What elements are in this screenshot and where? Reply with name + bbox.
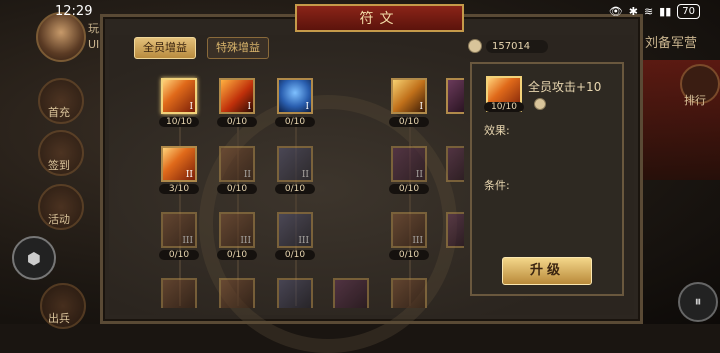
rune-partial[interactable] [446, 78, 464, 114]
eye-icon: 👁 [608, 5, 623, 18]
rune-shadow-warrior-1[interactable]: I [219, 78, 255, 114]
detail-count: 10/10 [484, 102, 524, 112]
clock: 12:29 [55, 4, 93, 19]
rune-count: 0/10 [275, 184, 315, 194]
rune-partial[interactable] [446, 146, 464, 182]
condition-label: 条件: [484, 179, 510, 192]
rune-count: 0/10 [159, 250, 199, 260]
sign-in-label: 签到 [48, 159, 70, 172]
battery-indicator: 70 [677, 4, 700, 19]
rune-count: 0/10 [389, 250, 429, 260]
rune-fire-slash-3[interactable]: III [161, 212, 197, 248]
rank-label: 排行 [684, 94, 706, 107]
rune-row4[interactable] [277, 278, 313, 308]
rune-count: 10/10 [159, 117, 199, 127]
rune-row4[interactable] [391, 278, 427, 308]
event-label: 活动 [48, 213, 70, 226]
currency-display: 157014 [468, 39, 549, 53]
rune-blue-shield-1[interactable]: I [277, 78, 313, 114]
coin-icon [468, 39, 482, 53]
status-icons: 👁 ✱ ≋ ▮▮ 70 [609, 4, 700, 19]
rune-count: 0/10 [217, 184, 257, 194]
rune-blue-shield-3[interactable]: III [277, 212, 313, 248]
upgrade-button[interactable]: 升级 [502, 257, 592, 285]
rune-count: 0/10 [275, 117, 315, 127]
rune-count: 0/10 [389, 184, 429, 194]
currency-value: 157014 [486, 39, 549, 53]
coin-icon [534, 98, 546, 110]
effect-label: 效果: [484, 124, 510, 137]
rune-count: 0/10 [217, 250, 257, 260]
detail-name: 全员攻击+10 [528, 80, 602, 94]
rune-count: 0/10 [389, 117, 429, 127]
pause-icon[interactable]: ⏸ [678, 282, 718, 322]
rune-runner-2[interactable]: II [391, 146, 427, 182]
rune-row4[interactable] [333, 278, 369, 308]
rune-count: 0/10 [275, 250, 315, 260]
rune-fire-slash-2[interactable]: II [161, 146, 197, 182]
rune-row4[interactable] [161, 278, 197, 308]
tab-all-buff[interactable]: 全员增益 [134, 37, 196, 59]
status-bar: 12:29 👁 ✱ ≋ ▮▮ 70 [0, 0, 720, 26]
rune-row4[interactable] [219, 278, 255, 308]
rune-partial[interactable] [446, 212, 464, 248]
rune-blue-shield-2[interactable]: II [277, 146, 313, 182]
rune-runner-3[interactable]: III [391, 212, 427, 248]
rune-detail-panel: 10/10 全员攻击+10 效果: 条件: 升级 [470, 62, 624, 296]
rune-shadow-warrior-2[interactable]: II [219, 146, 255, 182]
signal-icon: ▮▮ [659, 5, 672, 18]
first-recharge-label: 首充 [48, 106, 70, 119]
cube-menu-icon[interactable]: ⬢ [12, 236, 56, 280]
rune-runner-1[interactable]: I [391, 78, 427, 114]
camp-title: 刘备军营 [645, 36, 698, 51]
wifi-icon: ≋ [643, 5, 654, 18]
rune-count: 0/10 [217, 117, 257, 127]
tab-special-buff[interactable]: 特殊增益 [207, 37, 269, 59]
rune-count: 3/10 [159, 184, 199, 194]
rune-shadow-warrior-3[interactable]: III [219, 212, 255, 248]
rune-fire-slash-1[interactable]: I [161, 78, 197, 114]
bluetooth-icon: ✱ [628, 5, 638, 18]
